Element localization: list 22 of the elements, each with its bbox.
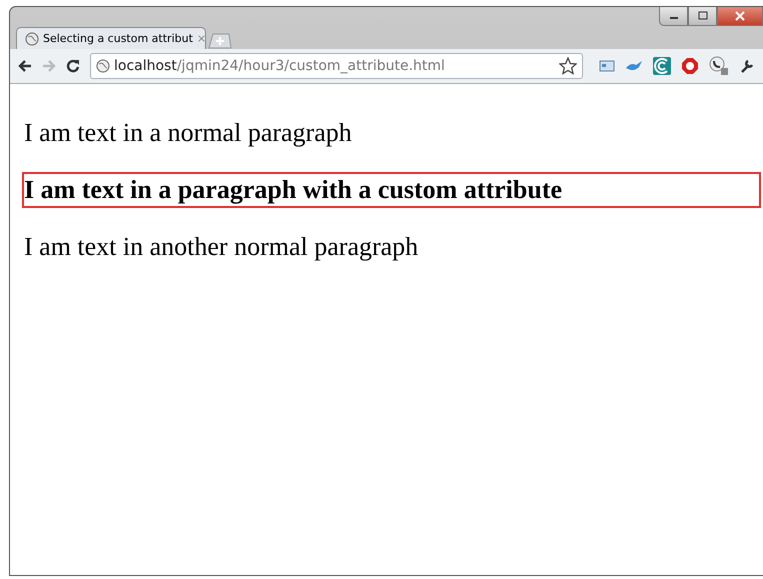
globe-icon xyxy=(25,32,39,46)
reload-icon[interactable] xyxy=(66,59,80,73)
maximize-icon xyxy=(696,11,708,21)
paragraph: I am text in a normal paragraph xyxy=(23,117,353,149)
window-icon[interactable] xyxy=(599,59,615,73)
close-icon xyxy=(734,11,746,21)
wave-icon[interactable] xyxy=(653,57,671,75)
new-tab-button[interactable] xyxy=(208,33,232,49)
wrench-icon[interactable] xyxy=(739,58,755,74)
paragraph: I am text in another normal paragraph xyxy=(23,231,420,263)
address-field[interactable]: localhost/jqmin24/hour3/custom_attribute.html xyxy=(90,53,583,79)
tab-title: Selecting a custom attribut xyxy=(43,32,193,45)
close-button[interactable] xyxy=(717,7,763,26)
back-icon[interactable] xyxy=(18,60,32,72)
maximize-button[interactable] xyxy=(688,7,717,26)
bird-icon[interactable] xyxy=(625,59,643,73)
stop-icon[interactable] xyxy=(681,57,699,75)
paragraph: I am text in a paragraph with a custom attribute xyxy=(22,172,761,208)
globe-icon xyxy=(96,59,110,73)
star-icon[interactable] xyxy=(559,57,577,75)
minimize-button[interactable] xyxy=(659,7,688,26)
browser-tab[interactable]: Selecting a custom attribut × xyxy=(16,27,206,49)
